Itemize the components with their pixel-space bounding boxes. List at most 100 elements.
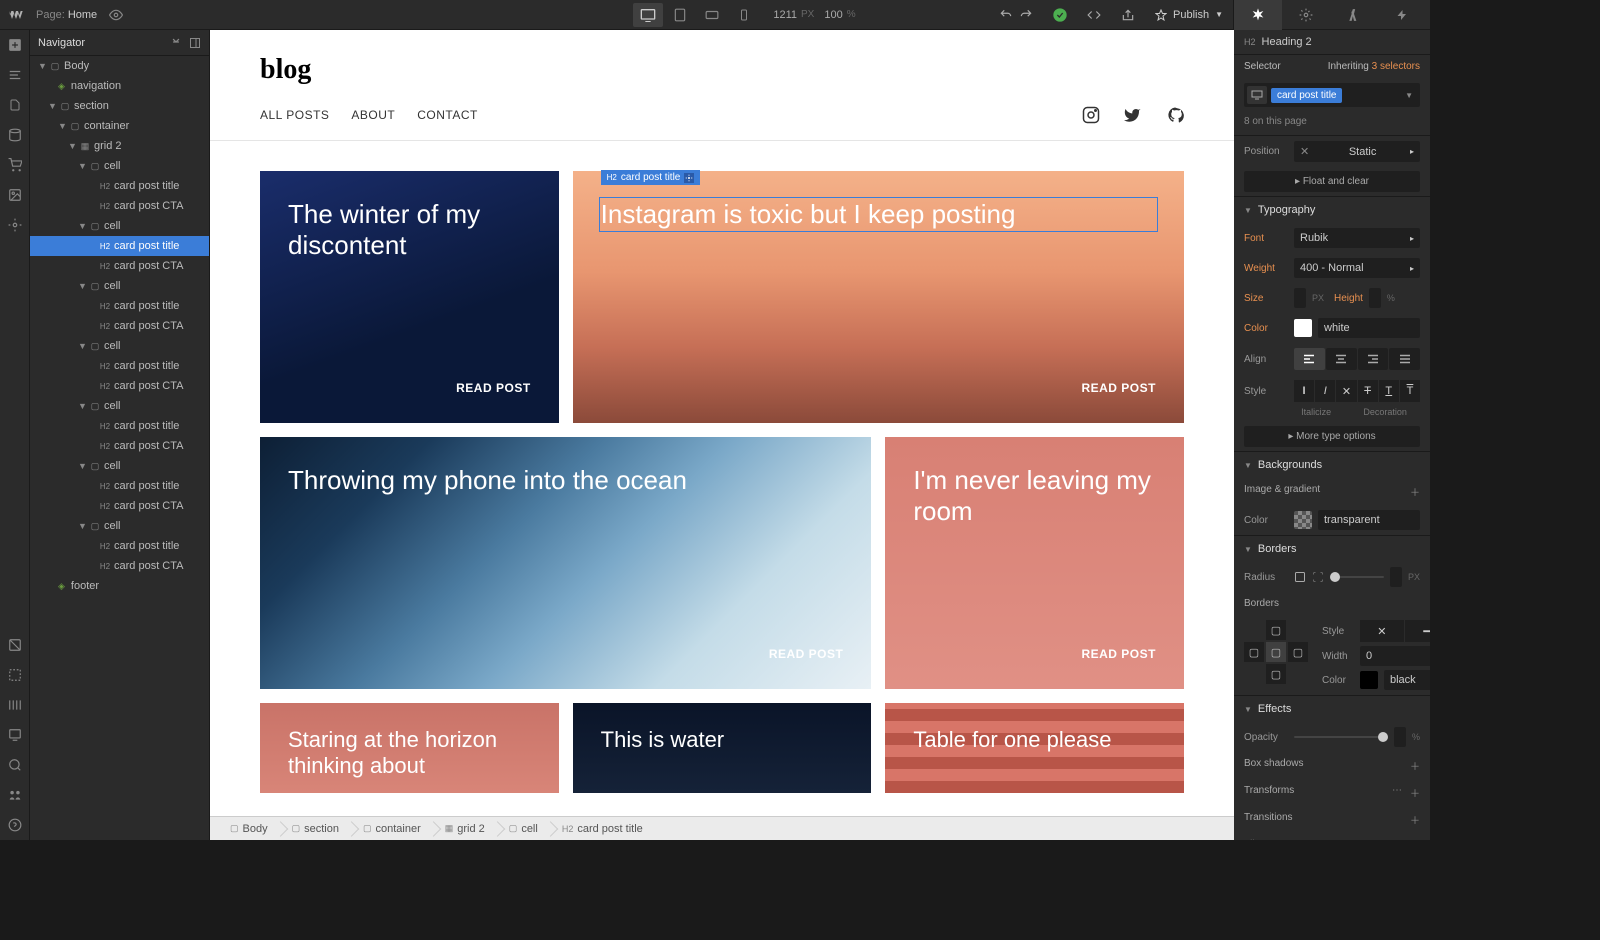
effects-section[interactable]: Effects: [1234, 696, 1430, 722]
selector-input[interactable]: card post title ▼: [1244, 83, 1420, 107]
crumb-grid-2[interactable]: ▦grid 2: [433, 817, 497, 840]
crumb-section[interactable]: ▢section: [280, 817, 351, 840]
float-clear-expand[interactable]: ▸ Float and clear: [1244, 171, 1420, 192]
gear-icon[interactable]: [684, 173, 694, 183]
redo-button[interactable]: [1009, 0, 1043, 30]
backgrounds-section[interactable]: Backgrounds: [1234, 452, 1430, 478]
tree-row-section[interactable]: ▼▢section: [30, 96, 209, 116]
tree-row-cell[interactable]: ▼▢cell: [30, 516, 209, 536]
border-width-input[interactable]: [1360, 646, 1430, 666]
nav-link-contact[interactable]: CONTACT: [417, 108, 478, 122]
opacity-input[interactable]: [1394, 727, 1406, 747]
add-shadow-button[interactable]: ＋: [1410, 758, 1420, 773]
tree-row-grid-2[interactable]: ▼▦grid 2: [30, 136, 209, 156]
settings-tab[interactable]: [1282, 0, 1330, 30]
tool-2-button[interactable]: [0, 660, 30, 690]
transform-settings-button[interactable]: ⋯: [1392, 785, 1402, 800]
tree-row-Body[interactable]: ▼▢Body: [30, 56, 209, 76]
italic-regular-button[interactable]: I: [1294, 380, 1314, 402]
video-button[interactable]: [0, 780, 30, 810]
navigator-button[interactable]: [0, 60, 30, 90]
tree-row-container[interactable]: ▼▢container: [30, 116, 209, 136]
crumb-container[interactable]: ▢container: [351, 817, 433, 840]
more-type-options[interactable]: ▸ More type options: [1244, 426, 1420, 447]
pages-button[interactable]: [0, 90, 30, 120]
ecommerce-button[interactable]: [0, 150, 30, 180]
project-settings-button[interactable]: [0, 210, 30, 240]
weight-select[interactable]: 400 - Normal▸: [1294, 258, 1420, 278]
search-button[interactable]: [0, 750, 30, 780]
crumb-Body[interactable]: ▢Body: [218, 817, 280, 840]
assets-button[interactable]: [0, 180, 30, 210]
crumb-card-post-title[interactable]: H2card post title: [550, 817, 655, 840]
add-bg-button[interactable]: ＋: [1410, 484, 1420, 499]
tree-row-card-post-title[interactable]: H2card post title: [30, 476, 209, 496]
tree-row-card-post-CTA[interactable]: H2card post CTA: [30, 556, 209, 576]
code-export-button[interactable]: [1077, 0, 1111, 30]
device-tablet-button[interactable]: [665, 3, 695, 27]
tree-row-card-post-CTA[interactable]: H2card post CTA: [30, 256, 209, 276]
tree-row-card-post-title[interactable]: H2card post title: [30, 536, 209, 556]
tree-row-card-post-title[interactable]: H2card post title: [30, 296, 209, 316]
instagram-icon[interactable]: [1082, 106, 1100, 124]
border-solid-button[interactable]: ━: [1405, 620, 1430, 642]
twitter-icon[interactable]: [1124, 106, 1142, 124]
borders-section[interactable]: Borders: [1234, 536, 1430, 562]
card-4[interactable]: I'm never leaving my room READ POST: [885, 437, 1184, 689]
collapse-icon[interactable]: [171, 37, 181, 47]
position-select[interactable]: ✕Static▸: [1294, 141, 1420, 162]
card-3[interactable]: Throwing my phone into the ocean READ PO…: [260, 437, 871, 689]
radius-all-icon[interactable]: [1294, 571, 1306, 583]
radius-slider[interactable]: [1330, 576, 1384, 578]
interactions-tab[interactable]: [1378, 0, 1426, 30]
align-justify-button[interactable]: [1389, 348, 1420, 370]
nav-link-about[interactable]: ABOUT: [351, 108, 395, 122]
border-color-swatch[interactable]: [1360, 671, 1378, 689]
panel-toggle-icon[interactable]: [189, 37, 201, 49]
device-desktop-button[interactable]: [633, 3, 663, 27]
tool-3-button[interactable]: [0, 690, 30, 720]
help-button[interactable]: [0, 810, 30, 840]
tree-row-cell[interactable]: ▼▢cell: [30, 156, 209, 176]
radius-input[interactable]: [1390, 567, 1402, 587]
tree-row-card-post-CTA[interactable]: H2card post CTA: [30, 496, 209, 516]
crumb-cell[interactable]: ▢cell: [497, 817, 550, 840]
page-label[interactable]: Page: Home: [36, 9, 97, 21]
tree-row-card-post-title[interactable]: H2card post title: [30, 236, 209, 256]
typography-section[interactable]: Typography: [1234, 197, 1430, 223]
audit-button[interactable]: [0, 720, 30, 750]
card-7[interactable]: Table for one please: [885, 703, 1184, 793]
tree-row-cell[interactable]: ▼▢cell: [30, 456, 209, 476]
preview-icon[interactable]: [109, 8, 123, 22]
bg-color-swatch[interactable]: [1294, 511, 1312, 529]
tree-row-card-post-CTA[interactable]: H2card post CTA: [30, 376, 209, 396]
share-button[interactable]: [1111, 0, 1145, 30]
color-input[interactable]: [1318, 318, 1420, 338]
tool-1-button[interactable]: [0, 630, 30, 660]
align-left-button[interactable]: [1294, 348, 1325, 370]
style-tab[interactable]: [1234, 0, 1282, 30]
tree-row-card-post-CTA[interactable]: H2card post CTA: [30, 196, 209, 216]
strike-button[interactable]: T: [1358, 380, 1378, 402]
github-icon[interactable]: [1166, 106, 1184, 124]
decoration-none-button[interactable]: ✕: [1336, 380, 1356, 402]
line-height-input[interactable]: [1369, 288, 1381, 308]
tree-row-card-post-CTA[interactable]: H2card post CTA: [30, 436, 209, 456]
tree-row-card-post-title[interactable]: H2card post title: [30, 356, 209, 376]
opacity-slider[interactable]: [1294, 736, 1388, 738]
tree-row-card-post-title[interactable]: H2card post title: [30, 176, 209, 196]
border-color-input[interactable]: [1384, 670, 1430, 690]
nav-link-all-posts[interactable]: ALL POSTS: [260, 108, 329, 122]
tree-row-cell[interactable]: ▼▢cell: [30, 216, 209, 236]
tree-row-cell[interactable]: ▼▢cell: [30, 276, 209, 296]
add-transform-button[interactable]: ＋: [1410, 785, 1420, 800]
tree-row-footer[interactable]: ◈footer: [30, 576, 209, 596]
card-1[interactable]: The winter of my discontent READ POST: [260, 171, 559, 423]
align-center-button[interactable]: [1326, 348, 1357, 370]
border-none-button[interactable]: ✕: [1360, 620, 1404, 642]
card-5[interactable]: Staring at the horizon thinking about: [260, 703, 559, 793]
tree-row-navigation[interactable]: ◈navigation: [30, 76, 209, 96]
card-2[interactable]: H2card post title Instagram is toxic but…: [573, 171, 1184, 423]
bg-color-input[interactable]: [1318, 510, 1420, 530]
cms-button[interactable]: [0, 120, 30, 150]
